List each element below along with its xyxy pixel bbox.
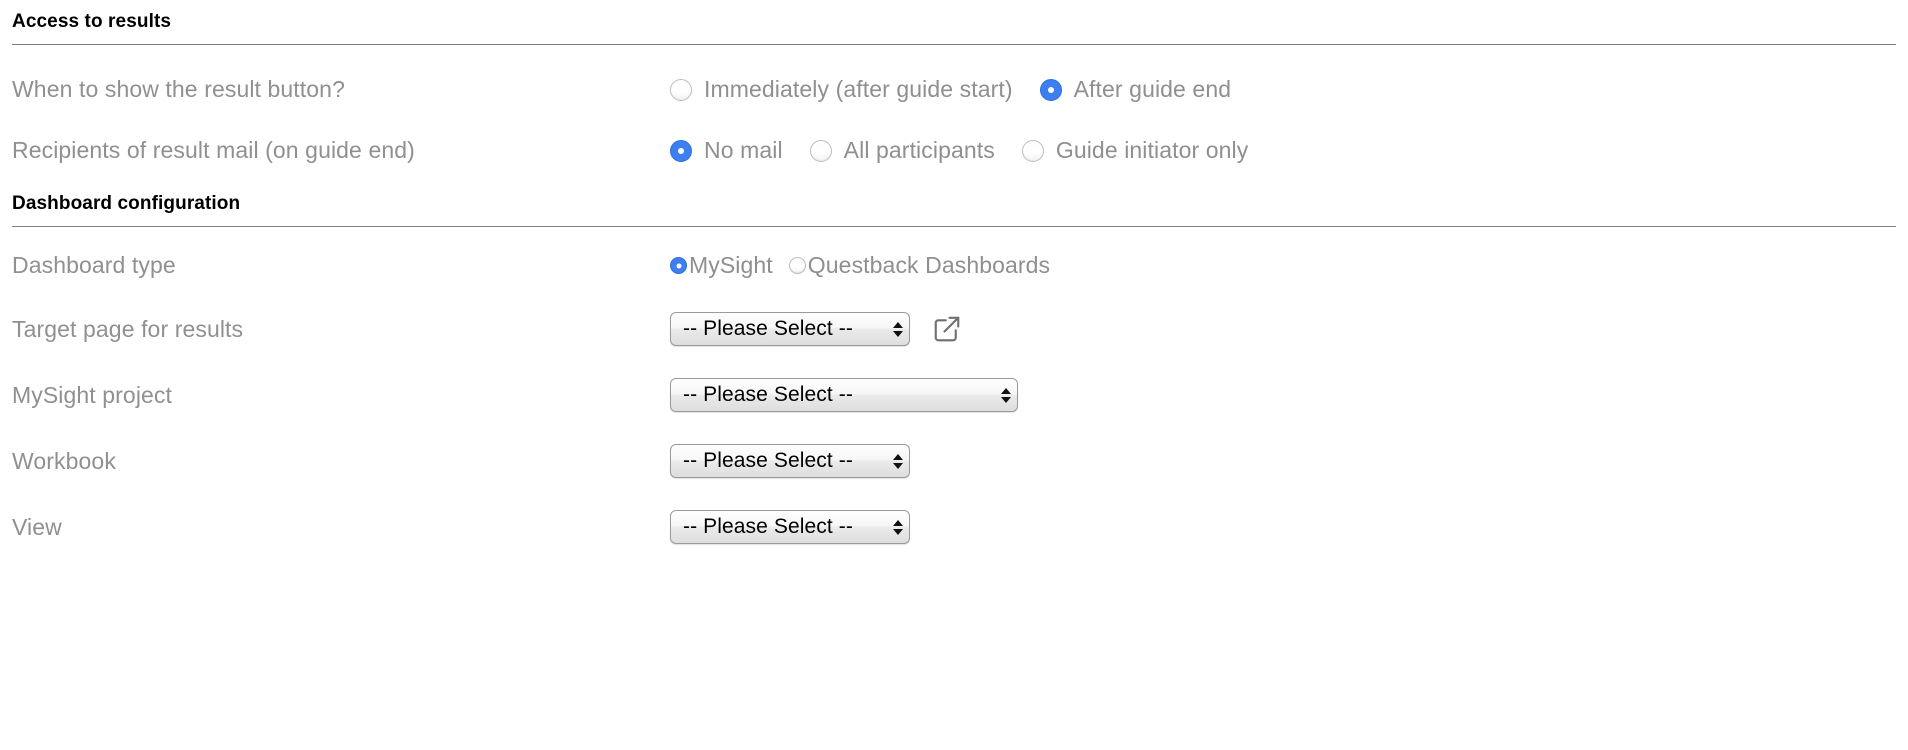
select-value-workbook: -- Please Select -- (683, 449, 853, 472)
select-value-target-page-for-results: -- Please Select -- (683, 317, 853, 340)
radio-label-guide-initiator-only: Guide initiator only (1055, 137, 1249, 163)
row-recipients-of-result-mail: Recipients of result mail (on guide end)… (12, 137, 1896, 164)
radio-label-immediately-after-guide-start: Immediately (after guide start) (704, 76, 1013, 102)
radio-label-all-participants: All participants (843, 137, 995, 163)
select-workbook[interactable]: -- Please Select -- (670, 444, 910, 478)
radio-label-after-guide-end: After guide end (1073, 76, 1232, 102)
external-link-icon[interactable] (932, 314, 962, 344)
label-when-to-show-result-button: When to show the result button? (12, 76, 345, 102)
control-recipients-of-result-mail: No mail All participants Guide initiator… (670, 137, 1896, 164)
section-heading-access-to-results: Access to results (12, 11, 172, 32)
select-target-page-for-results[interactable]: -- Please Select -- (670, 312, 910, 346)
row-target-page-for-results: Target page for results -- Please Select… (12, 312, 1896, 346)
stepper-arrows-icon (893, 519, 903, 535)
row-mysight-project: MySight project -- Please Select -- (12, 378, 1896, 412)
radio-group-dashboard-type: MySight Questback Dashboards (670, 252, 1050, 279)
radio-label-questback-dashboards: Questback Dashboards (807, 252, 1051, 278)
label-mysight-project: MySight project (12, 381, 173, 408)
radio-option-questback-dashboards[interactable]: Questback Dashboards (788, 252, 1051, 279)
stepper-arrows-icon (893, 321, 903, 337)
row-workbook: Workbook -- Please Select -- (12, 444, 1896, 478)
radio-group-recipients-of-result-mail: No mail All participants Guide initiator… (670, 137, 1248, 164)
row-dashboard-type: Dashboard type MySight Questback Dashboa… (12, 252, 1896, 279)
control-mysight-project: -- Please Select -- (670, 378, 1896, 412)
results-settings-form: Access to results When to show the resul… (0, 0, 1908, 750)
select-value-view: -- Please Select -- (683, 515, 853, 538)
row-when-to-show-result-button: When to show the result button? Immediat… (12, 76, 1896, 103)
radio-immediately-after-guide-start[interactable] (670, 78, 692, 101)
radio-all-participants[interactable] (809, 139, 832, 162)
radio-option-mysight[interactable]: MySight (670, 252, 773, 279)
radio-label-mysight: MySight (689, 252, 773, 278)
radio-group-when-to-show-result-button: Immediately (after guide start) After gu… (670, 76, 1231, 103)
radio-guide-initiator-only[interactable] (1021, 139, 1044, 162)
select-mysight-project[interactable]: -- Please Select -- (670, 378, 1018, 412)
stepper-arrows-icon (893, 453, 903, 469)
label-workbook: Workbook (12, 447, 116, 474)
radio-option-immediately-after-guide-start[interactable]: Immediately (after guide start) (670, 76, 1013, 103)
section-heading-dashboard-configuration: Dashboard configuration (12, 193, 241, 214)
control-dashboard-type: MySight Questback Dashboards (670, 252, 1896, 279)
radio-after-guide-end[interactable] (1039, 78, 1062, 101)
radio-mysight[interactable] (670, 257, 687, 274)
radio-questback-dashboards[interactable] (788, 257, 806, 274)
radio-option-all-participants[interactable]: All participants (809, 137, 995, 164)
label-target-page-for-results: Target page for results (12, 315, 244, 342)
radio-option-after-guide-end[interactable]: After guide end (1039, 76, 1232, 103)
row-view: View -- Please Select -- (12, 510, 1896, 544)
label-dashboard-type: Dashboard type (12, 252, 176, 278)
radio-label-no-mail: No mail (704, 137, 783, 163)
radio-option-guide-initiator-only[interactable]: Guide initiator only (1021, 137, 1249, 164)
radio-no-mail[interactable] (670, 139, 692, 162)
label-view: View (12, 513, 62, 540)
label-recipients-of-result-mail: Recipients of result mail (on guide end) (12, 137, 415, 163)
control-workbook: -- Please Select -- (670, 444, 1896, 478)
control-view: -- Please Select -- (670, 510, 1896, 544)
select-view[interactable]: -- Please Select -- (670, 510, 910, 544)
control-target-page-for-results: -- Please Select -- (670, 312, 1896, 346)
control-when-to-show-result-button: Immediately (after guide start) After gu… (670, 76, 1896, 103)
stepper-arrows-icon (1001, 387, 1011, 403)
select-value-mysight-project: -- Please Select -- (683, 383, 853, 406)
radio-option-no-mail[interactable]: No mail (670, 137, 783, 164)
